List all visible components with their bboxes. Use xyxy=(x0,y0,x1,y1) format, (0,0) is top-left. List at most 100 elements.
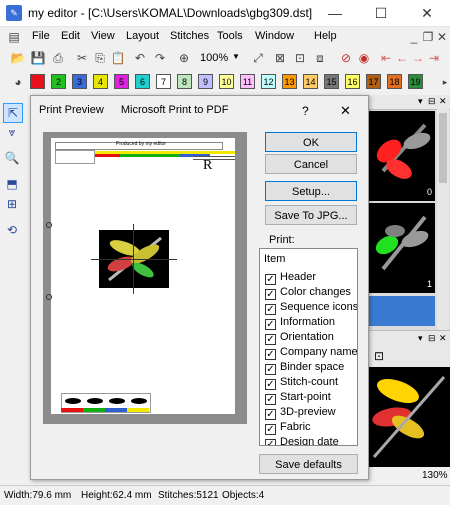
print-item-row[interactable]: ✓ Information xyxy=(265,316,335,331)
print-item-row[interactable]: ✓ Start-point xyxy=(265,391,331,406)
print-item-row[interactable]: ✓ Binder space xyxy=(265,361,344,376)
checkbox[interactable]: ✓ xyxy=(265,424,276,435)
checkbox[interactable]: ✓ xyxy=(265,364,276,375)
menu-layout[interactable]: Layout xyxy=(126,30,159,42)
document-icon[interactable]: ▤ xyxy=(6,29,22,45)
maximize-view-icon[interactable]: ⊡ xyxy=(374,349,384,363)
print-icon[interactable]: ⎙ xyxy=(50,50,66,66)
color-swatch[interactable]: 5 xyxy=(114,74,129,89)
color-swatch[interactable]: 12 xyxy=(261,74,276,89)
color-swatch[interactable]: 14 xyxy=(303,74,318,89)
cancel-button[interactable]: Cancel xyxy=(265,154,357,174)
checkbox[interactable]: ✓ xyxy=(265,409,276,420)
window-close-icon[interactable]: ✕ xyxy=(439,333,447,344)
print-item-row[interactable]: ✓ Design date xyxy=(265,436,339,445)
color-swatch[interactable]: 9 xyxy=(198,74,213,89)
menu-help[interactable]: Help xyxy=(314,30,337,42)
color-swatch[interactable]: 17 xyxy=(366,74,381,89)
color-swatch[interactable]: 10 xyxy=(219,74,234,89)
color-swatch[interactable] xyxy=(30,74,45,89)
menu-edit[interactable]: Edit xyxy=(61,30,80,42)
window-restore-icon[interactable]: ⊟ xyxy=(428,333,436,344)
zoom-level[interactable]: 100% xyxy=(200,52,228,64)
stitch-edit-tool-icon[interactable]: ⩔ xyxy=(3,123,21,141)
setup-button[interactable]: Setup... xyxy=(265,181,357,201)
color-swatch[interactable]: 15 xyxy=(324,74,339,89)
first-icon[interactable]: ⇤ xyxy=(378,50,394,66)
panel-close-icon[interactable]: ✕ xyxy=(439,96,447,107)
window-minimize-icon[interactable]: ▾ xyxy=(418,333,423,344)
zoom-dropdown-icon[interactable]: ▼ xyxy=(232,52,240,61)
save-icon[interactable]: 💾 xyxy=(30,50,46,66)
paste-icon[interactable]: 📋 xyxy=(110,50,126,66)
color-swatch[interactable]: 3 xyxy=(72,74,87,89)
color-palette-icon[interactable]: ◕ xyxy=(10,74,26,90)
fit-icon[interactable]: ⤢ xyxy=(250,50,266,66)
checkbox[interactable]: ✓ xyxy=(265,394,276,405)
rotate-tool-icon[interactable]: ⟲ xyxy=(3,221,21,239)
print-item-row[interactable]: ✓ Orientation xyxy=(265,331,334,346)
print-item-row[interactable]: ✓ Color changes xyxy=(265,286,351,301)
minimize-button[interactable]: — xyxy=(312,0,358,26)
next-icon[interactable]: → xyxy=(410,50,426,66)
panel-pin-icon[interactable]: ▾ xyxy=(418,96,423,107)
undo-icon[interactable]: ↶ xyxy=(132,50,148,66)
open-folder-icon[interactable]: 📂 xyxy=(10,50,26,66)
thumbnail-step-2[interactable] xyxy=(369,296,435,326)
ok-button[interactable]: OK xyxy=(265,132,357,152)
copy-icon[interactable]: ⎘ xyxy=(92,50,108,66)
maximize-button[interactable]: ☐ xyxy=(358,0,404,26)
hide-icon[interactable]: ⊘ xyxy=(338,50,354,66)
mdi-close-icon[interactable]: ✕ xyxy=(434,29,450,45)
scroll-right-icon[interactable]: ▸ xyxy=(437,74,450,90)
checkbox[interactable]: ✓ xyxy=(265,319,276,330)
color-swatch[interactable]: 2 xyxy=(51,74,66,89)
save-defaults-button[interactable]: Save defaults xyxy=(259,454,358,474)
zoom-tool-icon[interactable]: 🔍 xyxy=(3,149,21,167)
print-items-list[interactable]: Item ✓ Header ✓ Color changes ✓ Sequence icon… xyxy=(259,248,358,446)
menu-window[interactable]: Window xyxy=(255,30,294,42)
thumbnail-step-1[interactable]: 1 xyxy=(369,203,435,293)
last-icon[interactable]: ⇥ xyxy=(426,50,442,66)
frame-tool-icon[interactable]: ⊞ xyxy=(3,195,21,213)
print-item-row[interactable]: ✓ Company name xyxy=(265,346,357,361)
panel-float-icon[interactable]: ⊟ xyxy=(428,96,436,107)
zoom-in-icon[interactable]: ⊕ xyxy=(176,50,192,66)
checkbox[interactable]: ✓ xyxy=(265,274,276,285)
save-to-jpg-button[interactable]: Save To JPG... xyxy=(265,205,357,225)
redo-icon[interactable]: ↷ xyxy=(152,50,168,66)
dialog-close-button[interactable]: ✕ xyxy=(340,103,351,119)
checkbox[interactable]: ✓ xyxy=(265,349,276,360)
panel-scroll-thumb[interactable] xyxy=(439,113,447,183)
color-swatch[interactable]: 4 xyxy=(93,74,108,89)
frame-resize-icon[interactable]: ⊡ xyxy=(292,50,308,66)
select-tool-icon[interactable]: ⇱ xyxy=(3,103,23,123)
checkbox[interactable]: ✓ xyxy=(265,334,276,345)
color-swatch[interactable]: 19 xyxy=(408,74,423,89)
frame-icon[interactable]: ⊠ xyxy=(272,50,288,66)
color-swatch[interactable]: 13 xyxy=(282,74,297,89)
color-swatch[interactable]: 6 xyxy=(135,74,150,89)
help-button[interactable]: ? xyxy=(302,104,309,118)
menu-stitches[interactable]: Stitches xyxy=(170,30,209,42)
menu-tools[interactable]: Tools xyxy=(217,30,243,42)
fill-tool-icon[interactable]: ⬒ xyxy=(3,175,21,193)
checkbox[interactable]: ✓ xyxy=(265,379,276,390)
checkbox[interactable]: ✓ xyxy=(265,304,276,315)
color-swatch[interactable]: 11 xyxy=(240,74,255,89)
color-swatch[interactable]: 8 xyxy=(177,74,192,89)
previous-icon[interactable]: ← xyxy=(394,50,410,66)
checkbox[interactable]: ✓ xyxy=(265,289,276,300)
print-item-row[interactable]: ✓ 3D-preview xyxy=(265,406,336,421)
menu-file[interactable]: File xyxy=(32,30,50,42)
close-button[interactable]: ✕ xyxy=(404,0,450,26)
print-item-row[interactable]: ✓ Sequence icons xyxy=(265,301,357,316)
print-item-row[interactable]: ✓ Stitch-count xyxy=(265,376,338,391)
print-item-row[interactable]: ✓ Header xyxy=(265,271,316,286)
checkbox[interactable]: ✓ xyxy=(265,439,276,445)
print-item-row[interactable]: ✓ Fabric xyxy=(265,421,311,436)
cut-icon[interactable]: ✂ xyxy=(74,50,90,66)
color-swatch[interactable]: 7 xyxy=(156,74,171,89)
menu-view[interactable]: View xyxy=(91,30,115,42)
color-swatch[interactable]: 16 xyxy=(345,74,360,89)
